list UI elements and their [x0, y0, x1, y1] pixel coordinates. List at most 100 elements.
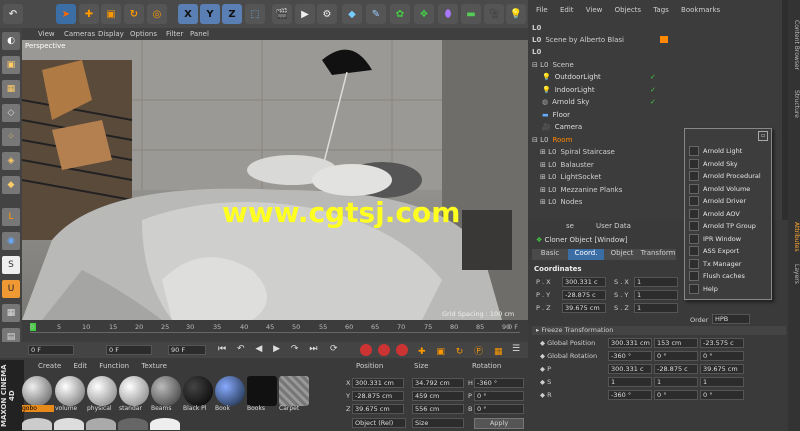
size-mode-select[interactable]: Size: [412, 418, 464, 428]
polygons-mode-icon[interactable]: ◆: [2, 176, 20, 194]
tab-content-browser[interactable]: Content Browser: [789, 20, 800, 70]
axis-z-button[interactable]: Z: [222, 4, 242, 24]
menu-texture[interactable]: Texture: [141, 362, 167, 370]
workplane-icon[interactable]: ◇: [2, 104, 20, 122]
menu-edit[interactable]: Edit: [74, 362, 88, 370]
menu-item-help[interactable]: Help: [689, 283, 771, 296]
apply-button[interactable]: Apply: [474, 418, 524, 429]
material-swatch[interactable]: [22, 376, 52, 406]
menu-view[interactable]: View: [38, 30, 55, 38]
menu-item-tx-manager[interactable]: Tx Manager: [689, 258, 771, 271]
tab-object[interactable]: Object: [604, 249, 640, 260]
freeze-p-z[interactable]: 39.675 cm: [700, 364, 744, 374]
material-swatch[interactable]: [151, 376, 181, 406]
material-swatch[interactable]: [119, 376, 149, 406]
rot-p-field[interactable]: 0 °: [474, 391, 524, 401]
menu-edit[interactable]: Edit: [560, 6, 574, 14]
global-rot-p[interactable]: 0 °: [654, 351, 698, 361]
tab-layers[interactable]: Layers: [789, 264, 800, 284]
end-frame-field[interactable]: 90 F: [168, 345, 206, 355]
menu-item-arnold-driver[interactable]: Arnold Driver: [689, 195, 771, 208]
freeze-s-z[interactable]: 1: [700, 377, 744, 387]
freeze-transformation-header[interactable]: ▸ Freeze Transformation: [532, 326, 786, 335]
list-item[interactable]: L0 Scene by Alberto Blasi: [532, 34, 786, 46]
render-settings-icon[interactable]: ⚙: [317, 4, 337, 24]
pos-y-field[interactable]: -28.875 cm: [352, 391, 404, 401]
menu-item-arnold-sky[interactable]: Arnold Sky: [689, 158, 771, 171]
loop-icon[interactable]: ⟳: [330, 344, 338, 354]
material-swatch[interactable]: [22, 418, 52, 430]
freeze-p-x[interactable]: 300.331 c: [608, 364, 652, 374]
coordinate-system-icon[interactable]: ⬚: [245, 4, 265, 24]
material-swatch[interactable]: [183, 376, 213, 406]
tab-attributes[interactable]: Attributes: [789, 222, 800, 252]
material-label[interactable]: Carpet: [279, 405, 311, 412]
move-tool-icon[interactable]: ✚: [79, 4, 99, 24]
snapping-icon[interactable]: S: [2, 256, 20, 274]
material-label[interactable]: Books: [247, 405, 279, 412]
material-label[interactable]: standar: [119, 405, 151, 412]
spline-pen-icon[interactable]: ✎: [366, 4, 386, 24]
tag-icon[interactable]: [660, 36, 668, 43]
rot-b-field[interactable]: 0 °: [474, 404, 524, 414]
axis-x-button[interactable]: X: [178, 4, 198, 24]
cube-icon[interactable]: ◆: [342, 4, 362, 24]
material-label[interactable]: Black Pl: [183, 405, 215, 412]
axis-y-button[interactable]: Y: [200, 4, 220, 24]
material-swatch[interactable]: [247, 376, 277, 406]
size-x-field[interactable]: 34.792 cm: [412, 378, 464, 388]
menu-item-flush-caches[interactable]: Flush caches: [689, 270, 771, 283]
material-swatch[interactable]: [279, 376, 309, 406]
menu-function[interactable]: Function: [99, 362, 129, 370]
material-label[interactable]: volume: [55, 405, 87, 412]
global-rot-b[interactable]: 0 °: [700, 351, 744, 361]
list-item[interactable]: L0: [532, 22, 786, 34]
render-picture-viewer-icon[interactable]: ▶: [295, 4, 315, 24]
tab-coord[interactable]: Coord.: [568, 249, 604, 260]
close-icon[interactable]: ▫: [758, 131, 768, 141]
subdivision-icon[interactable]: ✿: [390, 4, 410, 24]
sy-field[interactable]: 1: [634, 290, 678, 300]
menu-item-ipr-window[interactable]: IPR Window: [689, 233, 771, 246]
menu-file[interactable]: File: [536, 6, 548, 14]
key-tracks-icons[interactable]: ✚ ▣ ↻ Ⓟ ▦: [418, 344, 507, 357]
tab-transform[interactable]: Transform: [640, 249, 676, 260]
keyframe-selection-icon[interactable]: [396, 344, 408, 356]
model-mode-icon[interactable]: ▣: [2, 56, 20, 74]
list-item[interactable]: ⊟ L0 Scene: [532, 59, 786, 71]
list-item[interactable]: L0: [532, 46, 786, 58]
order-select[interactable]: HPB: [712, 314, 750, 324]
global-pos-x[interactable]: 300.331 cm: [608, 338, 652, 348]
menu-item-ass-export[interactable]: ASS Export: [689, 245, 771, 258]
menu-create[interactable]: Create: [38, 362, 61, 370]
list-item[interactable]: ◍ Arnold Sky ✓: [532, 96, 786, 108]
menu-panel[interactable]: Panel: [190, 30, 209, 38]
list-item[interactable]: 💡 OutdoorLight ✓: [532, 71, 786, 83]
material-swatch[interactable]: [215, 376, 245, 406]
texture-mode-icon[interactable]: ▦: [2, 80, 20, 98]
pos-z-field[interactable]: 39.675 cm: [352, 404, 404, 414]
material-swatch[interactable]: [118, 418, 148, 430]
viewport[interactable]: Perspective Grid Spacing : 100 cm: [22, 40, 528, 320]
menu-item-arnold-tp-group[interactable]: Arnold TP Group: [689, 220, 771, 233]
start-frame-field[interactable]: 0 F: [28, 345, 74, 355]
menu-bookmarks[interactable]: Bookmarks: [681, 6, 720, 14]
sx-field[interactable]: 1: [634, 277, 678, 287]
menu-display[interactable]: Display: [98, 30, 124, 38]
playback-controls[interactable]: ⏮ ↶ ◀ ▶ ↷ ⏭: [218, 344, 321, 354]
material-swatch[interactable]: [54, 418, 84, 430]
rotate-tool-icon[interactable]: ↻: [124, 4, 144, 24]
px-field[interactable]: 300.331 c: [562, 277, 606, 287]
material-label[interactable]: physical: [87, 405, 119, 412]
material-swatch[interactable]: [87, 376, 117, 406]
freeze-s-x[interactable]: 1: [608, 377, 652, 387]
size-z-field[interactable]: 556 cm: [412, 404, 464, 414]
global-rot-h[interactable]: -360 °: [608, 351, 652, 361]
tab-structure[interactable]: Structure: [789, 90, 800, 118]
size-y-field[interactable]: 459 cm: [412, 391, 464, 401]
list-item[interactable]: ▬ Floor: [532, 109, 786, 121]
freeze-p-y[interactable]: -28.875 c: [654, 364, 698, 374]
freeze-s-y[interactable]: 1: [654, 377, 698, 387]
edges-mode-icon[interactable]: ◈: [2, 152, 20, 170]
menu-objects[interactable]: Objects: [615, 6, 641, 14]
